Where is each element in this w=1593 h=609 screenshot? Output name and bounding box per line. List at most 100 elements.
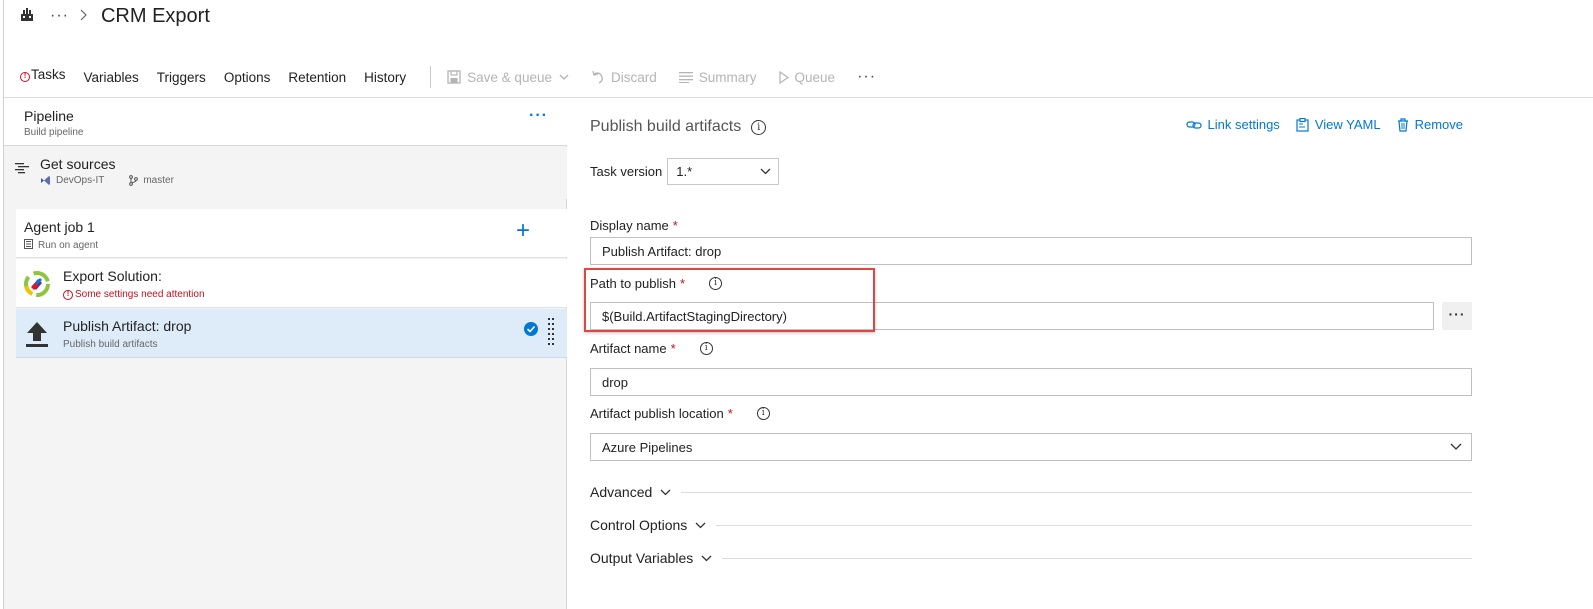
- task-version-value: 1.*: [676, 164, 693, 179]
- enabled-checkmark-icon[interactable]: [524, 322, 538, 336]
- section-advanced[interactable]: Advanced: [590, 482, 1472, 502]
- artifact-name-field[interactable]: drop: [590, 368, 1472, 396]
- agent-job-subtitle-text: Run on agent: [38, 240, 99, 251]
- tab-bar: ! Tasks Variables Triggers Options Retent…: [20, 62, 876, 92]
- more-commands-button[interactable]: ···: [857, 68, 876, 86]
- branch-icon: [129, 175, 139, 186]
- divider: [430, 66, 432, 88]
- page-title: CRM Export: [100, 4, 210, 27]
- section-label: Advanced: [590, 484, 653, 500]
- warning-icon: !: [20, 71, 30, 82]
- task-list-panel: Pipeline Build pipeline ··· Get sources …: [4, 98, 567, 609]
- trash-icon: [1397, 117, 1408, 132]
- task-details-panel: Publish build artifacts i Link settings …: [568, 98, 1593, 609]
- task-export-solution[interactable]: Export Solution: ! Some settings need at…: [16, 259, 567, 308]
- section-label: Output Variables: [590, 550, 694, 566]
- repo-icon: [40, 175, 51, 186]
- details-title-text: Publish build artifacts: [590, 118, 742, 135]
- tab-tasks[interactable]: ! Tasks: [20, 67, 66, 88]
- task-title: Publish Artifact: drop: [63, 318, 192, 334]
- sources-meta: DevOps-IT master: [40, 175, 174, 186]
- breadcrumb: ··· CRM Export: [20, 4, 210, 28]
- task-publish-artifact[interactable]: Publish Artifact: drop Publish build art…: [16, 309, 567, 358]
- tab-history[interactable]: History: [364, 70, 406, 85]
- chevron-down-icon: [1450, 443, 1462, 450]
- sources-title: Get sources: [40, 156, 116, 172]
- warning-icon: !: [63, 289, 73, 300]
- task-subtitle: Publish build artifacts: [63, 339, 158, 350]
- section-label: Control Options: [590, 517, 688, 533]
- chevron-right-icon: [79, 8, 87, 24]
- repo-name: DevOps-IT: [56, 175, 105, 186]
- list-icon: [678, 72, 693, 83]
- chevron-down-icon: [760, 168, 771, 175]
- tab-tasks-label: Tasks: [31, 66, 66, 82]
- task-version: Task version 1.*: [590, 158, 780, 185]
- info-icon[interactable]: i: [756, 407, 770, 420]
- link-settings-button[interactable]: Link settings: [1185, 117, 1280, 132]
- agent-job-title: Agent job 1: [24, 219, 95, 235]
- breadcrumb-more-button[interactable]: ···: [50, 7, 69, 25]
- tab-options[interactable]: Options: [224, 70, 271, 85]
- path-to-publish-field[interactable]: $(Build.ArtifactStagingDirectory): [590, 302, 1434, 330]
- server-icon: [24, 239, 33, 252]
- artifact-name-label-text: Artifact name: [590, 341, 667, 356]
- summary-label: Summary: [698, 69, 757, 85]
- display-name-label: Display name *: [590, 218, 678, 233]
- artifact-publish-location-select[interactable]: Azure Pipelines: [590, 433, 1472, 461]
- details-actions: Link settings View YAML Remove: [1170, 117, 1463, 132]
- pipeline-item[interactable]: Pipeline Build pipeline ···: [4, 98, 567, 146]
- discard-label: Discard: [610, 69, 657, 85]
- clipboard-icon: [1296, 117, 1309, 132]
- queue-button[interactable]: Queue: [778, 70, 835, 85]
- details-title: Publish build artifacts i: [590, 118, 767, 136]
- artifact-publish-location-label-text: Artifact publish location: [590, 406, 724, 421]
- task-warning: ! Some settings need attention: [63, 289, 205, 300]
- tab-retention[interactable]: Retention: [288, 70, 346, 85]
- required-mark: *: [727, 406, 733, 421]
- info-icon[interactable]: i: [699, 342, 713, 355]
- pipeline-icon[interactable]: [20, 8, 36, 24]
- path-to-publish-label-text: Path to publish: [590, 276, 677, 291]
- save-queue-button[interactable]: Save & queue: [447, 70, 569, 85]
- section-output-variables[interactable]: Output Variables: [590, 548, 1472, 568]
- remove-label: Remove: [1414, 117, 1463, 132]
- discard-button[interactable]: Discard: [591, 70, 657, 85]
- artifact-name-label: Artifact name * i: [590, 341, 713, 356]
- view-yaml-label: View YAML: [1314, 117, 1381, 132]
- tab-triggers[interactable]: Triggers: [157, 70, 206, 85]
- task-version-select[interactable]: 1.*: [667, 158, 780, 185]
- artifact-publish-location-label: Artifact publish location * i: [590, 406, 770, 421]
- add-task-button[interactable]: +: [516, 217, 530, 245]
- drag-handle-icon[interactable]: [547, 317, 555, 345]
- link-icon: [1185, 120, 1202, 129]
- pipeline-subtitle: Build pipeline: [24, 127, 84, 138]
- display-name-field[interactable]: Publish Artifact: drop: [590, 237, 1472, 265]
- pipeline-title: Pipeline: [24, 108, 74, 124]
- summary-button[interactable]: Summary: [678, 69, 757, 85]
- upload-icon: [22, 319, 52, 349]
- link-settings-label: Link settings: [1207, 117, 1280, 132]
- view-yaml-button[interactable]: View YAML: [1296, 117, 1381, 132]
- get-sources-item[interactable]: Get sources DevOps-IT master: [4, 147, 567, 199]
- chevron-down-icon: [559, 74, 569, 80]
- pipeline-more-button[interactable]: ···: [529, 107, 548, 125]
- section-control-options[interactable]: Control Options: [590, 515, 1472, 535]
- required-mark: *: [680, 276, 686, 291]
- info-icon[interactable]: i: [709, 277, 723, 290]
- save-queue-label: Save & queue: [467, 69, 552, 85]
- save-icon: [447, 70, 461, 84]
- info-icon[interactable]: i: [751, 119, 767, 135]
- sources-icon: [15, 162, 29, 180]
- section-divider: [716, 524, 1472, 526]
- agent-job-subtitle: Run on agent: [24, 239, 98, 252]
- task-title: Export Solution:: [63, 268, 162, 284]
- task-warning-text: Some settings need attention: [75, 289, 205, 300]
- section-divider: [681, 491, 1472, 493]
- remove-button[interactable]: Remove: [1397, 117, 1463, 132]
- tab-variables[interactable]: Variables: [84, 70, 139, 85]
- browse-path-button[interactable]: ···: [1442, 302, 1472, 330]
- artifact-publish-location-value: Azure Pipelines: [602, 440, 693, 455]
- chevron-down-icon: [695, 522, 706, 528]
- agent-job-item[interactable]: Agent job 1 Run on agent +: [16, 209, 567, 258]
